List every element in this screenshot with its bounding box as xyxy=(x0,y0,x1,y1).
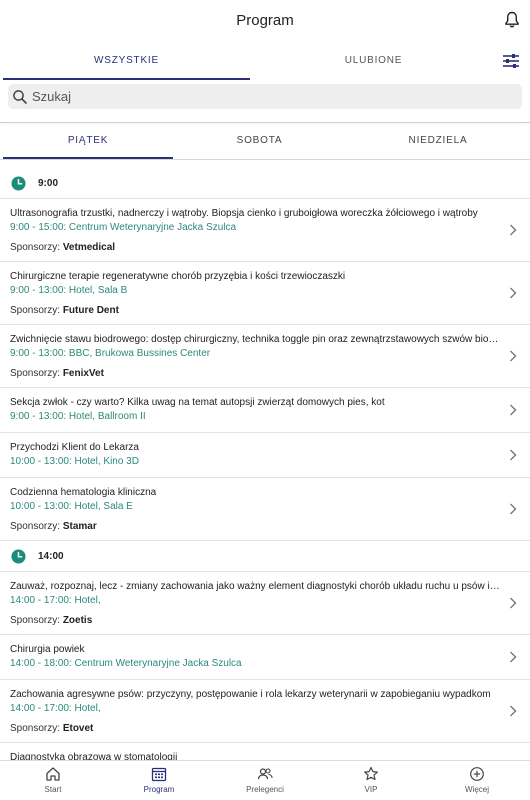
session-row[interactable]: Zwichnięcie stawu biodrowego: dostęp chi… xyxy=(0,325,530,388)
nav-label: Prelegenci xyxy=(246,785,284,794)
star-icon xyxy=(364,766,378,781)
session-time-location: 9:00 - 13:00: Hotel, Ballroom II xyxy=(10,411,146,422)
session-row[interactable]: Chirurgia powiek 14:00 - 18:00: Centrum W… xyxy=(0,635,530,680)
sponsor-name: Future Dent xyxy=(62,305,119,316)
divider xyxy=(0,159,530,160)
session-row[interactable]: Zachowania agresywne psów: przyczyny, po… xyxy=(0,680,530,743)
time-slot-label: 14:00 xyxy=(38,550,64,562)
sponsor-prefix: Sponsorzy: xyxy=(10,723,61,734)
nav-vip[interactable]: VIP xyxy=(318,761,424,800)
day-tabs: PIĄTEK SOBOTA NIEDZIELA xyxy=(0,123,530,159)
nav-speakers[interactable]: Prelegenci xyxy=(212,761,318,800)
session-title: Diagnostyka obrazowa w stomatologii xyxy=(10,752,178,760)
session-title: Chirurgia powiek xyxy=(10,644,85,655)
time-slot-header: 9:00 xyxy=(0,168,530,199)
clock-icon xyxy=(11,175,26,191)
chevron-right-icon[interactable] xyxy=(509,287,517,299)
top-tabs: WSZYSTKIE ULUBIONE xyxy=(0,42,530,80)
chevron-right-icon[interactable] xyxy=(509,224,517,236)
session-title: Chirurgiczne terapie regeneratywne choró… xyxy=(10,271,346,282)
session-title: Zachowania agresywne psów: przyczyny, po… xyxy=(10,689,491,700)
session-row[interactable]: Zauważ, rozpoznaj, lecz - zmiany zachowa… xyxy=(0,572,530,635)
sponsor-name: FenixVet xyxy=(62,368,104,379)
session-time-location: 14:00 - 17:00: Hotel, xyxy=(10,595,101,606)
nav-label: Program xyxy=(143,785,175,794)
search-input[interactable] xyxy=(32,89,502,104)
tab-friday[interactable]: PIĄTEK xyxy=(3,123,173,159)
session-title: Zwichnięcie stawu biodrowego: dostęp chi… xyxy=(10,334,500,345)
session-sponsor: Sponsorzy: Stamar xyxy=(10,520,500,533)
session-title: Codzienna hematologia kliniczna xyxy=(10,487,157,498)
nav-label: VIP xyxy=(364,785,378,794)
session-title: Zauważ, rozpoznaj, lecz - zmiany zachowa… xyxy=(10,581,500,592)
plus-circle-icon xyxy=(470,767,484,781)
session-sponsor: Sponsorzy: Vetmedical xyxy=(10,241,500,254)
session-row[interactable]: Przychodzi Klient do Lekarza 10:00 - 13:0… xyxy=(0,433,530,478)
session-row[interactable]: Chirurgiczne terapie regeneratywne choró… xyxy=(0,262,530,325)
session-time-location: 14:00 - 17:00: Hotel, xyxy=(10,703,101,714)
bottom-navigation: Start Program Prelegenci VIP Więcej xyxy=(0,760,530,800)
tab-all[interactable]: WSZYSTKIE xyxy=(3,42,250,80)
tab-saturday[interactable]: SOBOTA xyxy=(173,123,346,159)
app-header: Program xyxy=(0,0,530,40)
tab-sunday[interactable]: NIEDZIELA xyxy=(346,123,530,159)
calendar-icon xyxy=(151,767,167,782)
time-slot-header: 14:00 xyxy=(0,541,530,572)
chevron-right-icon[interactable] xyxy=(509,651,517,663)
tab-favorites[interactable]: ULUBIONE xyxy=(250,42,497,80)
session-time-location: 10:00 - 13:00: Hotel, Sala E xyxy=(10,501,133,512)
search-icon xyxy=(13,89,28,104)
sponsor-prefix: Sponsorzy: xyxy=(10,521,61,532)
sponsor-name: Vetmedical xyxy=(62,242,116,253)
filter-sliders-icon[interactable] xyxy=(502,53,520,69)
nav-label: Start xyxy=(44,785,62,794)
time-slot-label: 9:00 xyxy=(38,177,59,189)
chevron-right-icon[interactable] xyxy=(509,350,517,362)
chevron-right-icon[interactable] xyxy=(509,404,517,416)
nav-more[interactable]: Więcej xyxy=(424,761,530,800)
sponsor-name: Etovet xyxy=(62,723,94,734)
sponsor-prefix: Sponsorzy: xyxy=(10,305,61,316)
chevron-right-icon[interactable] xyxy=(509,503,517,515)
session-title: Ultrasonografia trzustki, nadnerczy i wą… xyxy=(10,208,478,219)
bell-icon[interactable] xyxy=(504,11,520,29)
nav-program[interactable]: Program xyxy=(106,761,212,800)
session-title: Przychodzi Klient do Lekarza xyxy=(10,442,139,453)
session-time-location: 14:00 - 18:00: Centrum Weterynaryjne Jac… xyxy=(10,658,242,669)
session-time-location: 10:00 - 13:00: Hotel, Kino 3D xyxy=(10,456,139,467)
sponsor-prefix: Sponsorzy: xyxy=(10,242,61,253)
session-sponsor: Sponsorzy: Zoetis xyxy=(10,614,500,627)
page-title: Program xyxy=(236,11,294,29)
session-title: Sekcja zwłok - czy warto? Kilka uwag na … xyxy=(10,397,385,408)
session-time-location: 9:00 - 15:00: Centrum Weterynaryjne Jack… xyxy=(10,222,237,233)
chevron-right-icon[interactable] xyxy=(509,449,517,461)
sponsor-prefix: Sponsorzy: xyxy=(10,615,61,626)
nav-label: Więcej xyxy=(464,785,489,794)
session-sponsor: Sponsorzy: FenixVet xyxy=(10,367,500,380)
session-row[interactable]: Sekcja zwłok - czy warto? Kilka uwag na … xyxy=(0,388,530,433)
session-sponsor: Sponsorzy: Etovet xyxy=(10,722,500,735)
search-bar[interactable] xyxy=(8,84,522,109)
session-sponsor: Sponsorzy: Future Dent xyxy=(10,304,500,317)
speakers-icon xyxy=(257,768,273,780)
clock-icon xyxy=(11,548,26,564)
nav-start[interactable]: Start xyxy=(0,761,106,800)
session-row[interactable]: Diagnostyka obrazowa w stomatologii xyxy=(0,743,530,760)
chevron-right-icon[interactable] xyxy=(509,705,517,717)
chevron-right-icon[interactable] xyxy=(509,597,517,609)
sponsor-name: Zoetis xyxy=(62,615,93,626)
session-row[interactable]: Ultrasonografia trzustki, nadnerczy i wą… xyxy=(0,199,530,262)
home-icon xyxy=(46,767,60,781)
session-row[interactable]: Codzienna hematologia kliniczna 10:00 - 1… xyxy=(0,478,530,541)
session-time-location: 9:00 - 13:00: BBC, Brukowa Bussines Cent… xyxy=(10,348,211,359)
session-list[interactable]: 9:00 Ultrasonografia trzustki, nadnerczy … xyxy=(0,168,530,760)
session-time-location: 9:00 - 13:00: Hotel, Sala B xyxy=(10,285,128,296)
sponsor-prefix: Sponsorzy: xyxy=(10,368,61,379)
sponsor-name: Stamar xyxy=(62,521,97,532)
